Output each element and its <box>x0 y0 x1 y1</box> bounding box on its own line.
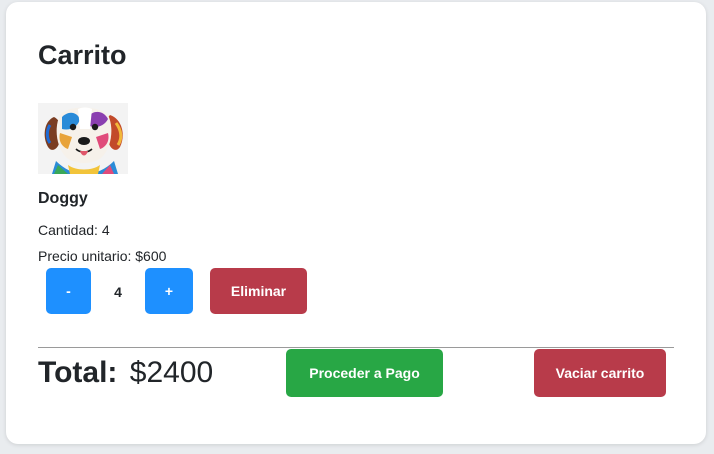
checkout-button[interactable]: Proceder a Pago <box>286 349 443 397</box>
cart-card: Carrito Doggy Cantidad: 4 Precio unitari… <box>6 2 706 444</box>
page-title: Carrito <box>38 40 127 70</box>
divider <box>38 347 674 348</box>
total-value: $2400 <box>129 356 214 389</box>
quantity-value: 4 <box>114 284 122 300</box>
quantity-text: Cantidad: 4 <box>38 222 110 238</box>
product-name: Doggy <box>38 190 88 207</box>
clear-cart-button[interactable]: Vaciar carrito <box>534 349 666 397</box>
increase-quantity-button[interactable]: + <box>145 268 193 314</box>
product-image <box>38 103 128 174</box>
total-label: Total: <box>38 356 118 389</box>
decrease-quantity-button[interactable]: - <box>46 268 91 314</box>
unit-price-text: Precio unitario: $600 <box>38 248 167 264</box>
total: Total: $2400 <box>38 356 213 390</box>
remove-item-button[interactable]: Eliminar <box>210 268 307 314</box>
